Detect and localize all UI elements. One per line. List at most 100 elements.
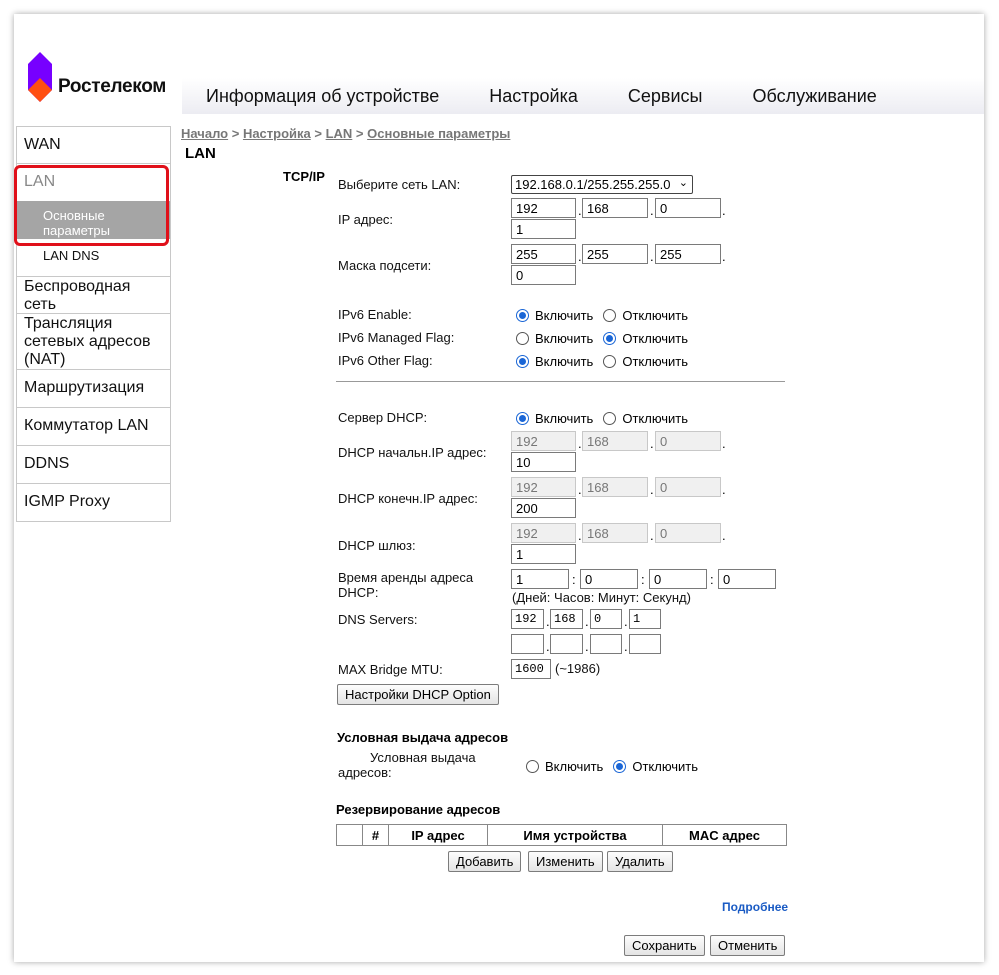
dhcp-end-octet-4[interactable]	[511, 498, 576, 518]
dhcp-end-label: DHCP конечн.IP адрес:	[338, 491, 478, 506]
lease-days[interactable]	[511, 569, 569, 589]
ipv6-enable-label: IPv6 Enable:	[338, 307, 412, 322]
breadcrumb-basic[interactable]: Основные параметры	[367, 126, 510, 141]
conditional-on-radio[interactable]	[526, 760, 539, 773]
dns1-octet-1[interactable]	[511, 609, 544, 629]
mask-octet-4[interactable]	[511, 265, 576, 285]
nav-device-info[interactable]: Информация об устройстве	[206, 86, 439, 107]
col-mac: MAC адрес	[662, 824, 787, 846]
ip-label: IP адрес:	[338, 212, 394, 227]
mtu-input[interactable]	[511, 659, 551, 679]
col-ip: IP адрес	[388, 824, 488, 846]
dhcp-end-octet-1	[511, 477, 576, 497]
ipv6-other-off-radio[interactable]	[603, 355, 617, 368]
ipv6-other-label: IPv6 Other Flag:	[338, 353, 433, 368]
mask-octet-1[interactable]	[511, 244, 576, 264]
lease-minutes[interactable]	[649, 569, 707, 589]
lan-select[interactable]: 192.168.0.1/255.255.255.0 ⌄	[511, 175, 693, 194]
breadcrumb-lan[interactable]: LAN	[326, 126, 353, 141]
mask-octet-3[interactable]	[655, 244, 721, 264]
ip-octet-2[interactable]	[582, 198, 648, 218]
breadcrumb: Начало > Настройка > LAN > Основные пара…	[181, 126, 511, 141]
sidebar-item-lan-basic[interactable]: Основные параметры	[16, 201, 171, 239]
rostelecom-logo-icon	[28, 52, 52, 102]
breadcrumb-settings[interactable]: Настройка	[243, 126, 311, 141]
lease-hours[interactable]	[580, 569, 638, 589]
brand-name: Ростелеком	[58, 76, 167, 97]
lease-seconds[interactable]	[718, 569, 776, 589]
chevron-down-icon: ⌄	[678, 177, 688, 189]
dns2-octet-1[interactable]	[511, 634, 544, 654]
dhcp-gw-octet-1	[511, 523, 576, 543]
dhcp-server-radios: Включить Отключить	[516, 411, 688, 426]
dhcp-server-on-radio[interactable]	[516, 412, 529, 425]
dns2-octet-4[interactable]	[629, 634, 661, 654]
dhcp-gw-octet-2	[582, 523, 648, 543]
ipv6-managed-on-radio[interactable]	[516, 332, 529, 345]
dhcp-server-off-radio[interactable]	[603, 412, 617, 425]
reservation-heading: Резервирование адресов	[336, 802, 501, 817]
sidebar-item-nat[interactable]: Трансляция сетевых адресов (NAT)	[16, 314, 171, 370]
col-select	[336, 824, 363, 846]
ipv6-managed-label: IPv6 Managed Flag:	[338, 330, 455, 345]
ipv6-managed-off-radio[interactable]	[603, 332, 617, 345]
sidebar-item-lan-switch[interactable]: Коммутатор LAN	[16, 408, 171, 446]
lease-label: Время аренды адреса DHCP:	[338, 570, 474, 600]
dhcp-start-octet-3	[655, 431, 721, 451]
add-button[interactable]: Добавить	[448, 851, 522, 872]
conditional-off-radio[interactable]	[613, 760, 627, 773]
dhcp-end-octet-3	[655, 477, 721, 497]
ipv6-managed-radios: Включить Отключить	[516, 331, 688, 346]
sidebar-item-ddns[interactable]: DDNS	[16, 446, 171, 484]
ipv6-other-on-radio[interactable]	[516, 355, 529, 368]
delete-button[interactable]: Удалить	[607, 851, 673, 872]
page-title: LAN	[185, 145, 216, 162]
sidebar-item-wireless[interactable]: Беспроводная сеть	[16, 276, 171, 314]
ip-octet-3[interactable]	[655, 198, 721, 218]
conditional-heading: Условная выдача адресов	[337, 730, 509, 745]
ip-octet-1[interactable]	[511, 198, 576, 218]
save-button[interactable]: Сохранить	[624, 935, 705, 956]
col-device-name: Имя устройства	[487, 824, 663, 846]
mask-label: Маска подсети:	[338, 258, 432, 273]
dhcp-end-octet-2	[582, 477, 648, 497]
mtu-hint: (~1986)	[555, 661, 601, 676]
top-navigation: Информация об устройстве Настройка Серви…	[182, 78, 984, 114]
col-number: #	[362, 824, 389, 846]
sidebar-item-lan[interactable]: LAN	[16, 164, 171, 201]
ipv6-enable-radios: Включить Отключить	[516, 308, 688, 323]
nav-settings[interactable]: Настройка	[489, 86, 578, 107]
ipv6-enable-on-radio[interactable]	[516, 309, 529, 322]
section-tcpip: TCP/IP	[283, 169, 325, 184]
sidebar-item-igmp-proxy[interactable]: IGMP Proxy	[16, 484, 171, 522]
dhcp-start-octet-4[interactable]	[511, 452, 576, 472]
dns2-octet-2[interactable]	[550, 634, 583, 654]
nav-maintenance[interactable]: Обслуживание	[752, 86, 876, 107]
divider	[336, 381, 785, 382]
mask-octet-2[interactable]	[582, 244, 648, 264]
reservation-table: # IP адрес Имя устройства MAC адрес	[336, 824, 787, 846]
ip-octet-4[interactable]	[511, 219, 576, 239]
dhcp-start-octet-1	[511, 431, 576, 451]
nav-services[interactable]: Сервисы	[628, 86, 703, 107]
dhcp-option-button[interactable]: Настройки DHCP Option	[337, 684, 499, 705]
conditional-radios: Включить Отключить	[526, 759, 698, 774]
dhcp-start-label: DHCP начальн.IP адрес:	[338, 445, 487, 460]
sidebar-item-lan-dns[interactable]: LAN DNS	[16, 239, 171, 276]
conditional-label: Условная выдача адресов:	[338, 750, 476, 780]
edit-button[interactable]: Изменить	[528, 851, 603, 872]
dns-label: DNS Servers:	[338, 612, 418, 627]
dns1-octet-2[interactable]	[550, 609, 583, 629]
more-link[interactable]: Подробнее	[722, 900, 788, 914]
sidebar-item-routing[interactable]: Маршрутизация	[16, 370, 171, 408]
dhcp-gw-label: DHCP шлюз:	[338, 538, 416, 553]
sidebar-item-wan[interactable]: WAN	[16, 126, 171, 164]
dns1-octet-3[interactable]	[590, 609, 622, 629]
cancel-button[interactable]: Отменить	[710, 935, 786, 956]
breadcrumb-home[interactable]: Начало	[181, 126, 228, 141]
dns1-octet-4[interactable]	[629, 609, 661, 629]
dns2-octet-3[interactable]	[590, 634, 622, 654]
dhcp-gw-octet-4[interactable]	[511, 544, 576, 564]
dhcp-gw-octet-3	[655, 523, 721, 543]
ipv6-enable-off-radio[interactable]	[603, 309, 617, 322]
